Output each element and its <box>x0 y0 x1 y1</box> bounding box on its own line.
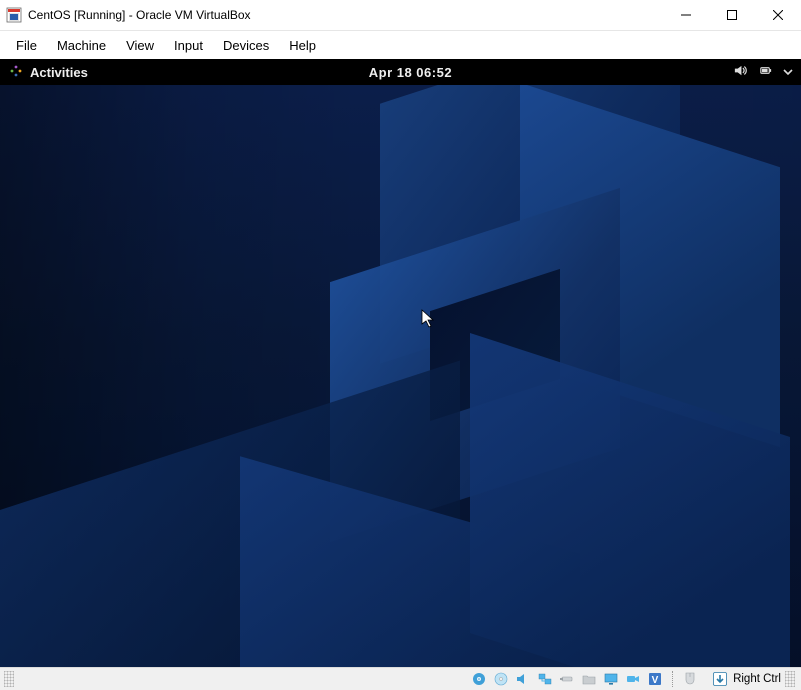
centos-activities-icon <box>8 63 24 82</box>
chevron-down-icon <box>783 65 793 80</box>
host-key-indicator[interactable]: Right Ctrl <box>711 670 781 688</box>
window-controls <box>663 0 801 30</box>
titlebar-left: CentOS [Running] - Oracle VM VirtualBox <box>6 7 251 23</box>
vbox-app-icon <box>6 7 22 23</box>
statusbar-grip-left <box>4 671 14 687</box>
window-title: CentOS [Running] - Oracle VM VirtualBox <box>28 8 251 22</box>
menu-bar: File Machine View Input Devices Help <box>0 31 801 59</box>
harddisk-icon[interactable] <box>470 670 488 688</box>
close-button[interactable] <box>755 0 801 30</box>
mouse-integration-icon[interactable] <box>681 670 699 688</box>
host-key-label: Right Ctrl <box>733 673 781 685</box>
usb-icon[interactable] <box>558 670 576 688</box>
status-divider <box>672 671 673 687</box>
menu-input[interactable]: Input <box>164 34 213 57</box>
menu-help[interactable]: Help <box>279 34 326 57</box>
menu-devices[interactable]: Devices <box>213 34 279 57</box>
status-icons: V Right Ctrl <box>470 670 797 688</box>
vbox-statusbar: V Right Ctrl <box>0 667 801 690</box>
menu-machine[interactable]: Machine <box>47 34 116 57</box>
shared-folder-icon[interactable] <box>580 670 598 688</box>
menu-view[interactable]: View <box>116 34 164 57</box>
maximize-button[interactable] <box>709 0 755 30</box>
host-key-icon <box>711 670 729 688</box>
network-icon[interactable] <box>536 670 554 688</box>
window-titlebar: CentOS [Running] - Oracle VM VirtualBox <box>0 0 801 31</box>
gnome-activities[interactable]: Activities <box>8 63 88 82</box>
gnome-system-menu[interactable] <box>733 63 793 81</box>
svg-text:V: V <box>652 675 659 686</box>
activities-label: Activities <box>30 65 88 80</box>
cpu-v-icon[interactable]: V <box>646 670 664 688</box>
display-icon[interactable] <box>602 670 620 688</box>
minimize-button[interactable] <box>663 0 709 30</box>
optical-disc-icon[interactable] <box>492 670 510 688</box>
guest-desktop[interactable] <box>0 85 801 667</box>
speaker-icon <box>733 63 748 81</box>
recording-icon[interactable] <box>624 670 642 688</box>
gnome-topbar: Activities Apr 18 06:52 <box>0 59 801 85</box>
gnome-clock[interactable]: Apr 18 06:52 <box>369 65 452 80</box>
guest-viewport[interactable]: Activities Apr 18 06:52 <box>0 59 801 667</box>
audio-icon[interactable] <box>514 670 532 688</box>
statusbar-grip-right <box>785 671 795 687</box>
battery-icon <box>758 63 773 81</box>
menu-file[interactable]: File <box>6 34 47 57</box>
